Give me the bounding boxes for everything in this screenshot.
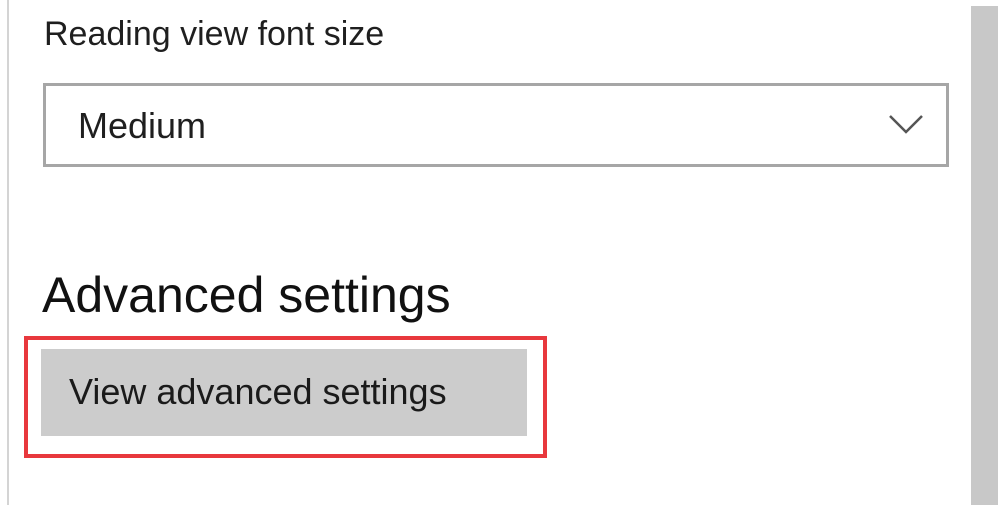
advanced-settings-heading: Advanced settings — [42, 267, 451, 323]
panel-left-border — [7, 0, 9, 505]
scrollbar[interactable] — [971, 6, 998, 505]
reading-view-font-size-label: Reading view font size — [44, 15, 385, 53]
chevron-down-icon — [889, 115, 923, 134]
font-size-dropdown-value: Medium — [78, 105, 207, 146]
font-size-dropdown[interactable]: Medium — [43, 83, 949, 167]
view-advanced-settings-button-label: View advanced settings — [69, 371, 447, 412]
view-advanced-settings-button[interactable]: View advanced settings — [41, 349, 527, 436]
